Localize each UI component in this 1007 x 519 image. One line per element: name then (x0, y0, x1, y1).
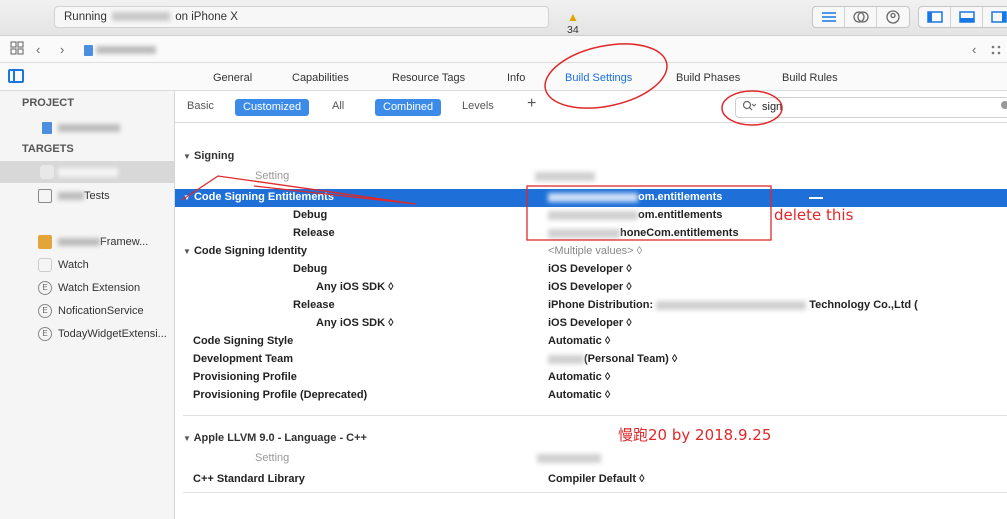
annotation-delete-note: delete this (774, 206, 854, 224)
project-file-icon (42, 122, 52, 134)
circles-icon (852, 11, 869, 23)
warning-indicator[interactable]: ▲ 34 (567, 10, 579, 36)
filter-levels[interactable]: Levels (462, 100, 494, 112)
annotation-watermark: 慢跑20 by 2018.9.25 (618, 426, 772, 444)
back-chevron-icon[interactable]: ‹ (972, 42, 976, 57)
setting-row-cpp-standard-library[interactable]: C++ Standard Library Compiler Default ◊ (175, 471, 1007, 489)
search-icon (742, 100, 757, 115)
framework-icon (38, 235, 52, 249)
warning-icon: ▲ (567, 10, 579, 24)
right-panel-icon (991, 11, 1007, 23)
setting-row-code-signing-style[interactable]: Code Signing Style Automatic ◊ (175, 333, 1007, 351)
setting-row-identity-release[interactable]: Release iPhone Distribution: Technology … (175, 297, 1007, 315)
panel-toggle-group (918, 6, 1007, 28)
sidebar-toggle-icon[interactable] (8, 69, 24, 83)
debug-area-toggle-button[interactable] (951, 7, 983, 27)
target-column-header (537, 452, 601, 464)
left-panel-icon (926, 11, 943, 23)
sidebar-item-watch[interactable]: Watch (0, 254, 174, 276)
tab-build-rules[interactable]: Build Rules (782, 72, 838, 84)
watch-app-icon (38, 258, 52, 272)
tab-build-settings[interactable]: Build Settings (565, 72, 632, 84)
disclosure-triangle-icon: ▼ (183, 434, 191, 443)
bottom-panel-icon (958, 11, 975, 23)
editor-tabs-bar: General Capabilities Resource Tags Info … (0, 63, 1007, 91)
add-setting-button[interactable]: + (527, 95, 536, 113)
tab-build-phases[interactable]: Build Phases (676, 72, 740, 84)
project-targets-sidebar: PROJECT TARGETS Tests Framew... Watch E … (0, 91, 175, 519)
setting-row-provisioning-profile-deprecated[interactable]: Provisioning Profile (Deprecated) Automa… (175, 387, 1007, 405)
utilities-toggle-button[interactable] (983, 7, 1007, 27)
sidebar-item-project[interactable] (0, 117, 174, 139)
settings-search-field[interactable]: sign (735, 97, 1007, 118)
sidebar-item-notification-service[interactable]: E NoficationService (0, 300, 174, 322)
activity-viewer: Running on iPhone X ▲ 34 (54, 6, 579, 36)
tab-resource-tags[interactable]: Resource Tags (392, 72, 465, 84)
search-input[interactable]: sign (762, 101, 782, 113)
filter-customized[interactable]: Customized (235, 99, 310, 116)
sidebar-item-framework-target[interactable]: Framew... (0, 231, 174, 253)
setting-row-development-team[interactable]: Development Team (Personal Team) ◊ (175, 351, 1007, 369)
setting-row-entitlements-debug[interactable]: Debug om.entitlements (175, 207, 1007, 225)
grid-icon[interactable] (990, 44, 1004, 59)
version-editor-button[interactable] (877, 7, 909, 27)
jump-bar: ‹ › ‹ (0, 36, 1007, 63)
section-divider (183, 415, 1007, 416)
disclosure-triangle-icon: ▼ (183, 193, 191, 202)
section-divider (183, 492, 1007, 493)
project-header: PROJECT (22, 97, 74, 109)
setting-row-identity-release-sdk[interactable]: Any iOS SDK ◊ iOS Developer ◊ (175, 315, 1007, 333)
forward-chevron-icon[interactable]: › (60, 42, 64, 57)
lines-icon (821, 12, 836, 22)
extension-icon: E (38, 281, 52, 295)
section-llvm-title[interactable]: ▼ Apple LLVM 9.0 - Language - C++ (183, 432, 367, 444)
clear-search-icon[interactable] (1001, 101, 1007, 109)
sidebar-item-today-widget[interactable]: E TodayWidgetExtensi... (0, 323, 174, 345)
setting-row-identity-debug-sdk[interactable]: Any iOS SDK ◊ iOS Developer ◊ (175, 279, 1007, 297)
breadcrumb[interactable] (84, 44, 157, 56)
extension-icon: E (38, 304, 52, 318)
setting-row-provisioning-profile[interactable]: Provisioning Profile Automatic ◊ (175, 369, 1007, 387)
setting-row-entitlements-release[interactable]: Release honeCom.entitlements (175, 225, 1007, 243)
test-bundle-icon (38, 189, 52, 203)
disclosure-triangle-icon: ▼ (183, 247, 191, 256)
setting-column-header: Setting (255, 452, 290, 464)
disclosure-triangle-icon: ▼ (183, 152, 191, 161)
editor-mode-group (812, 6, 910, 28)
activity-status: Running on iPhone X (64, 11, 238, 23)
targets-header: TARGETS (22, 143, 74, 155)
app-target-icon (40, 165, 54, 179)
grid-icon[interactable] (10, 41, 24, 58)
setting-column-header: Setting (255, 170, 290, 182)
person-icon (886, 10, 900, 24)
project-file-icon (84, 44, 93, 56)
filter-all[interactable]: All (332, 100, 344, 112)
build-settings-table: ▼ Signing Setting ▼ Code Signing Entitle… (175, 123, 1007, 519)
tab-info[interactable]: Info (507, 72, 525, 84)
sidebar-item-tests-target[interactable]: Tests (0, 185, 174, 207)
extension-icon: E (38, 327, 52, 341)
setting-row-code-signing-identity[interactable]: ▼ Code Signing Identity <Multiple values… (175, 243, 1007, 261)
build-settings-filter-bar: Basic Customized All Combined Levels + s… (175, 91, 1007, 123)
assistant-editor-button[interactable] (845, 7, 877, 27)
tab-capabilities[interactable]: Capabilities (292, 72, 349, 84)
tab-general[interactable]: General (213, 72, 252, 84)
section-signing-title[interactable]: ▼ Signing (183, 150, 234, 162)
window-toolbar: Running on iPhone X ▲ 34 (0, 0, 1007, 36)
back-chevron-icon[interactable]: ‹ (36, 42, 40, 57)
row-marker (809, 197, 823, 199)
target-column-header (535, 170, 595, 182)
navigator-toggle-button[interactable] (919, 7, 951, 27)
sidebar-item-watch-extension[interactable]: E Watch Extension (0, 277, 174, 299)
filter-combined[interactable]: Combined (375, 99, 442, 116)
standard-editor-button[interactable] (813, 7, 845, 27)
setting-row-identity-debug[interactable]: Debug iOS Developer ◊ (175, 261, 1007, 279)
sidebar-item-main-target[interactable] (0, 161, 174, 183)
filter-basic[interactable]: Basic (187, 100, 214, 112)
setting-row-code-signing-entitlements[interactable]: ▼ Code Signing Entitlements om.entitleme… (175, 189, 1007, 207)
